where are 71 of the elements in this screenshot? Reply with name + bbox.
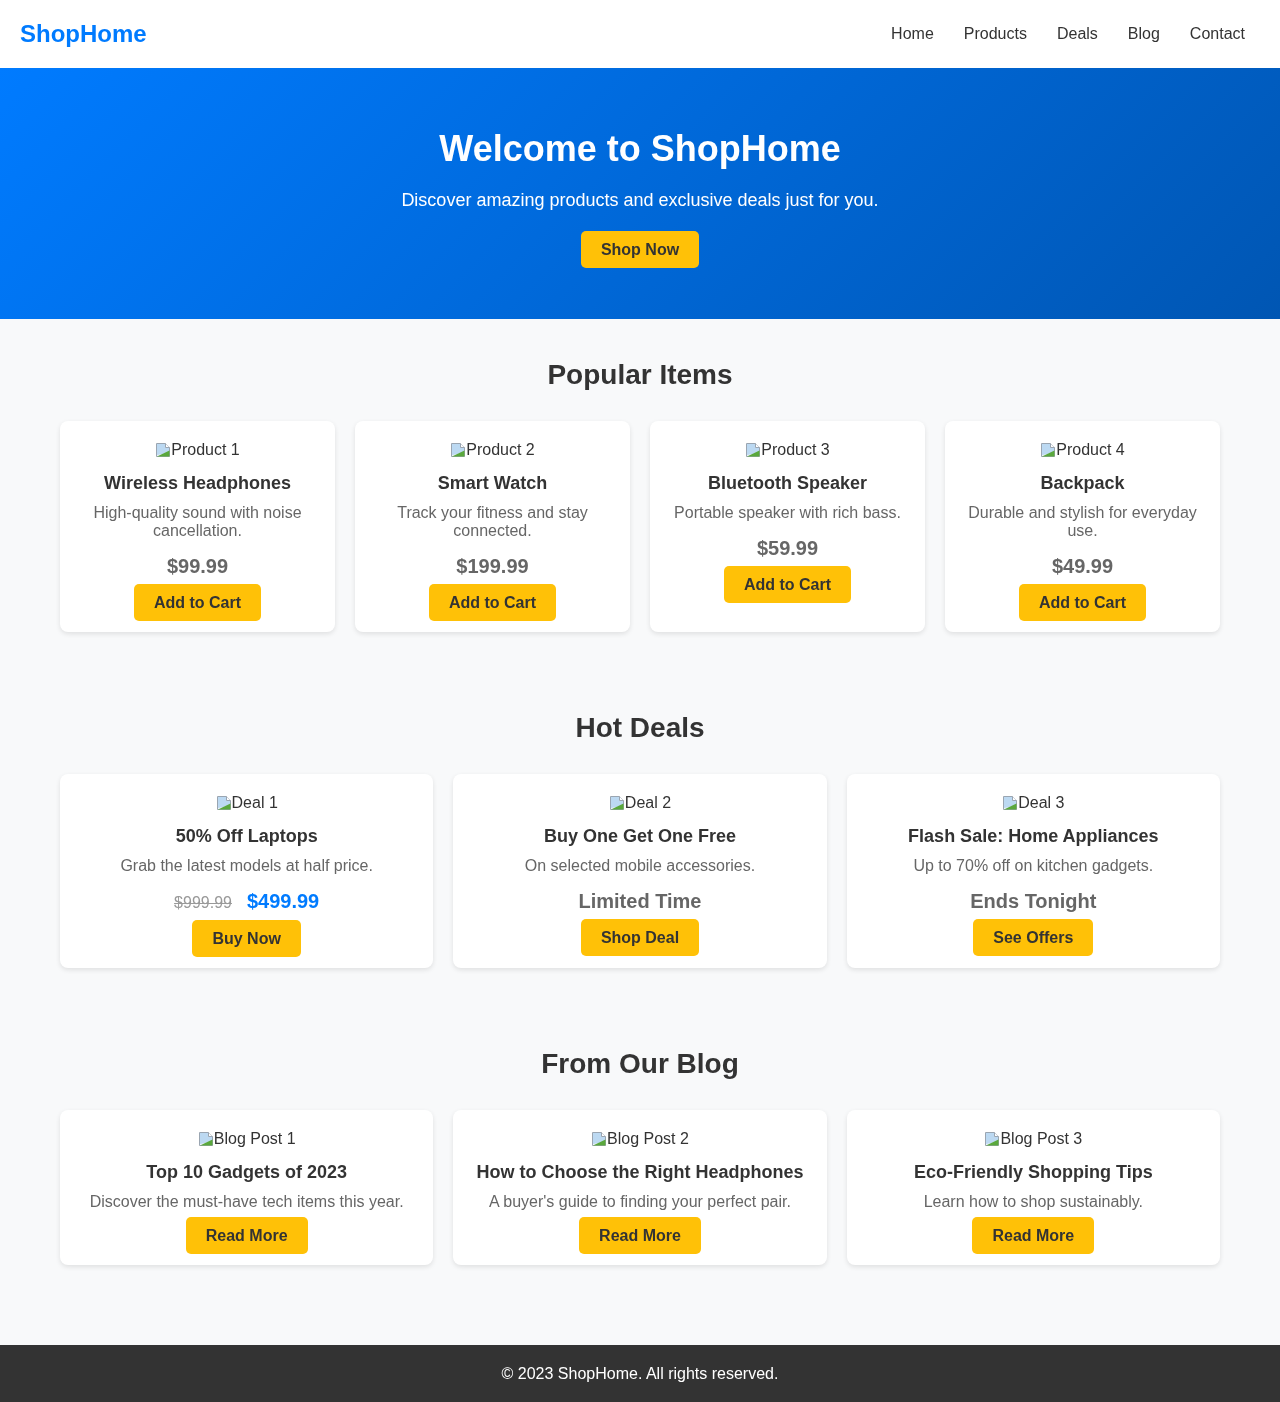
image-alt-text: Blog Post 2 bbox=[607, 1130, 689, 1148]
hero-title: Welcome to ShopHome bbox=[438, 128, 842, 169]
product-description: Portable speaker with rich bass. bbox=[674, 504, 901, 522]
original-price: $999.99 bbox=[174, 893, 232, 913]
broken-image-icon bbox=[197, 1131, 214, 1147]
nav-link[interactable]: Deals bbox=[1056, 25, 1098, 43]
add-to-cart-button[interactable]: Add to Cart bbox=[723, 566, 852, 603]
post-excerpt: A buyer's guide to finding your perfect pair. bbox=[489, 1193, 791, 1211]
broken-image-icon bbox=[450, 442, 467, 458]
logo: ShopHome bbox=[20, 20, 147, 48]
product-name: Bluetooth Speaker bbox=[708, 473, 867, 494]
read-more-button[interactable]: Read More bbox=[972, 1217, 1095, 1254]
post-title: How to Choose the Right Headphones bbox=[476, 1162, 804, 1183]
section-heading: Popular Items bbox=[546, 359, 734, 391]
nav-link[interactable]: Products bbox=[963, 25, 1027, 43]
product-description: Track your fitness and stay connected. bbox=[396, 504, 589, 540]
broken-image-icon bbox=[591, 1131, 608, 1147]
deal-title: Buy One Get One Free bbox=[543, 826, 736, 847]
product-name: Backpack bbox=[1040, 473, 1125, 494]
image-alt-text: Product 2 bbox=[466, 441, 535, 459]
deal-button[interactable]: Shop Deal bbox=[580, 919, 700, 956]
deal-tag: Limited Time bbox=[578, 890, 702, 913]
nav-link[interactable]: Home bbox=[891, 25, 934, 43]
image-alt-text: Product 1 bbox=[171, 441, 240, 459]
sale-price: $499.99 bbox=[246, 890, 320, 913]
image-alt-text: Blog Post 1 bbox=[213, 1130, 296, 1148]
broken-image-icon bbox=[608, 795, 625, 811]
product-name: Wireless Headphones bbox=[104, 473, 291, 494]
product-name: Smart Watch bbox=[437, 473, 548, 494]
deal-button[interactable]: See Offers bbox=[973, 919, 1094, 956]
shop-now-button[interactable]: Shop Now bbox=[580, 231, 700, 268]
post-title: Top 10 Gadgets of 2023 bbox=[146, 1162, 348, 1183]
add-to-cart-button[interactable]: Add to Cart bbox=[133, 584, 262, 621]
read-more-button[interactable]: Read More bbox=[185, 1217, 308, 1254]
deal-description: Grab the latest models at half price. bbox=[120, 857, 373, 875]
deal-title: 50% Off Laptops bbox=[175, 826, 318, 847]
product-price: $99.99 bbox=[166, 555, 229, 578]
broken-image-icon bbox=[745, 442, 762, 458]
image-alt-text: Deal 1 bbox=[231, 794, 278, 812]
broken-image-icon bbox=[984, 1131, 1001, 1147]
image-alt-text: Product 4 bbox=[1056, 441, 1125, 459]
image-alt-text: Product 3 bbox=[761, 441, 830, 459]
broken-image-icon bbox=[215, 795, 232, 811]
product-price: $49.99 bbox=[1051, 555, 1114, 578]
post-excerpt: Learn how to shop sustainably. bbox=[923, 1193, 1144, 1211]
broken-image-icon bbox=[1040, 442, 1057, 458]
deal-description: Up to 70% off on kitchen gadgets. bbox=[913, 857, 1154, 875]
post-title: Eco-Friendly Shopping Tips bbox=[914, 1162, 1153, 1183]
add-to-cart-button[interactable]: Add to Cart bbox=[1018, 584, 1147, 621]
nav-link[interactable]: Blog bbox=[1127, 25, 1160, 43]
image-alt-text: Deal 2 bbox=[624, 794, 672, 812]
deal-description: On selected mobile accessories. bbox=[524, 857, 756, 875]
deal-tag: Ends Tonight bbox=[970, 890, 1097, 913]
footer-text: © 2023 ShopHome. All rights reserved. bbox=[501, 1365, 779, 1383]
hero-subtitle: Discover amazing products and exclusive deals just for you. bbox=[400, 190, 880, 211]
deal-title: Flash Sale: Home Appliances bbox=[908, 826, 1159, 847]
add-to-cart-button[interactable]: Add to Cart bbox=[428, 584, 557, 621]
image-alt-text: Blog Post 3 bbox=[1000, 1130, 1083, 1148]
image-alt-text: Deal 3 bbox=[1018, 794, 1065, 812]
product-description: High-quality sound with noise cancellation. bbox=[92, 504, 303, 540]
post-excerpt: Discover the must-have tech items this year. bbox=[89, 1193, 404, 1211]
product-price: $199.99 bbox=[456, 555, 529, 578]
section-heading: Hot Deals bbox=[574, 712, 706, 744]
broken-image-icon bbox=[1002, 795, 1019, 811]
section-heading: From Our Blog bbox=[540, 1048, 740, 1080]
broken-image-icon bbox=[155, 442, 172, 458]
deal-button[interactable]: Buy Now bbox=[192, 920, 301, 957]
product-description: Durable and stylish for everyday use. bbox=[967, 504, 1198, 540]
product-price: $59.99 bbox=[756, 537, 819, 560]
read-more-button[interactable]: Read More bbox=[579, 1217, 701, 1254]
nav-link[interactable]: Contact bbox=[1189, 25, 1245, 43]
